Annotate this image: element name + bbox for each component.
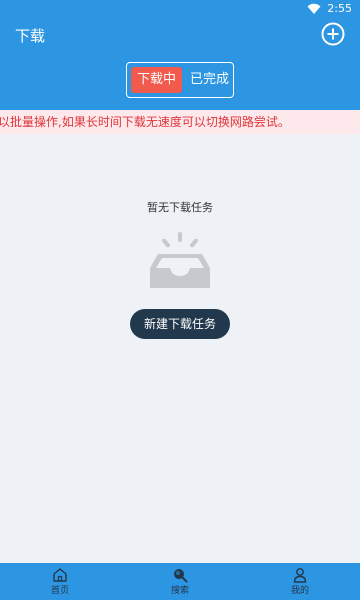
- app-bar: 下载 下载中 已完成: [0, 18, 360, 110]
- wifi-icon: [307, 3, 321, 14]
- user-icon: [293, 568, 307, 583]
- notice-text: 以批量操作,如果长时间下载无速度可以切换网路尝试。: [0, 115, 290, 129]
- new-download-button[interactable]: 新建下载任务: [130, 309, 230, 339]
- tab-home[interactable]: 首页: [0, 563, 120, 600]
- status-bar: 2:55: [0, 0, 360, 18]
- download-status-switch: 下载中 已完成: [126, 62, 234, 98]
- empty-title: 暂无下载任务: [147, 201, 213, 214]
- search-icon: [174, 569, 188, 583]
- page-title: 下载: [15, 27, 46, 45]
- empty-inbox-icon: [150, 232, 210, 288]
- notice-banner: 以批量操作,如果长时间下载无速度可以切换网路尝试。: [0, 110, 360, 134]
- tab-mine-label: 我的: [290, 586, 309, 596]
- home-icon: [53, 568, 67, 582]
- tab-search[interactable]: 搜索: [120, 563, 240, 600]
- add-icon[interactable]: [321, 22, 345, 46]
- tab-downloading[interactable]: 下载中: [131, 67, 183, 93]
- tab-completed[interactable]: 已完成: [184, 67, 235, 93]
- status-time: 2:55: [327, 2, 352, 15]
- empty-state: 暂无下载任务 新建下载任务: [0, 200, 360, 339]
- tab-mine[interactable]: 我的: [240, 563, 360, 600]
- bottom-tab-bar: 首页 搜索 我的: [0, 563, 360, 600]
- tab-search-label: 搜索: [170, 586, 189, 596]
- tab-home-label: 首页: [50, 586, 69, 596]
